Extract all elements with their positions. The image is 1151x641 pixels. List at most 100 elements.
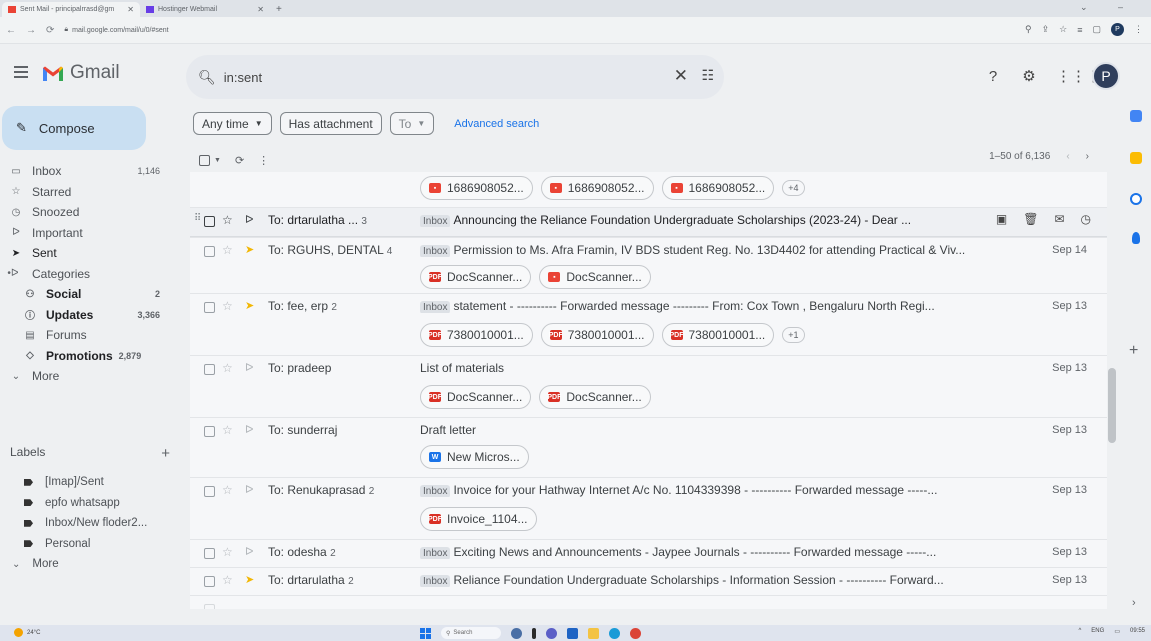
tasks-icon[interactable] [1130,193,1142,205]
list-scrollbar[interactable] [1108,368,1116,443]
hide-side-panel-icon[interactable]: › [1132,597,1136,609]
store-icon[interactable] [567,627,578,639]
bookmark-star-icon[interactable]: ☆ [1059,24,1067,35]
label-item[interactable]: Personal [0,534,176,555]
get-addons-plus-icon[interactable]: + [1129,342,1138,360]
row-checkbox[interactable] [204,246,215,257]
forward-icon[interactable]: → [26,25,36,36]
attachment-chip[interactable]: PDF Invoice_1104... [420,507,537,531]
sidebar-item-categories[interactable]: •ᐅ Categories [0,264,176,285]
attachment-chip[interactable]: PDF 7380010001... [661,323,775,347]
apps-grid-icon[interactable]: ⋮⋮⋮ [1056,67,1101,85]
weather-widget[interactable]: 24°C [14,628,40,637]
label-item[interactable]: Inbox/New floder2... [0,513,176,534]
attachment-chip[interactable]: PDF 7380010001... [540,323,654,347]
chat-icon[interactable] [546,627,557,639]
inbox-label-chip[interactable]: Inbox [420,301,451,313]
to-filter[interactable]: To ▼ [389,112,435,135]
widgets-icon[interactable] [511,627,522,639]
important-marker-icon[interactable]: ➤ [245,299,254,312]
row-checkbox[interactable] [204,364,215,375]
important-marker-icon[interactable]: ➤ [245,573,254,586]
tray-chevron-up-icon[interactable]: ^ [1078,628,1081,635]
table-row[interactable]: ☆ ᐅ To: sunderraj Draft letter Sep 13 WN… [190,418,1107,478]
inbox-label-chip[interactable]: Inbox [420,245,451,257]
star-icon[interactable]: ☆ [222,423,233,437]
important-marker-icon[interactable]: ᐅ [245,545,253,558]
important-marker-icon[interactable]: ᐅ [245,483,253,496]
sidebar-item-important[interactable]: ᐅ Important [0,223,176,244]
browser-menu-icon[interactable]: ⋮ [1134,24,1143,35]
important-marker-icon[interactable]: ᐅ [245,213,253,226]
url-field[interactable]: 🔒︎ mail.google.com/mail/u/0/#sent [64,26,168,34]
row-checkbox[interactable] [204,302,215,313]
search-options-icon[interactable]: ☷ [701,67,714,84]
more-attachments-badge[interactable]: +4 [782,180,805,196]
table-row[interactable]: ⠿ ☆ ᐅ To: drtarulatha ... 3 Inbox Announc… [190,208,1107,238]
row-checkbox[interactable] [204,426,215,437]
window-controls[interactable]: ⌄ – [1080,2,1137,13]
sidebar-item-promotions[interactable]: ◇ Promotions 2,879 [0,346,176,367]
close-tab-icon[interactable]: ✕ [257,5,264,14]
star-icon[interactable]: ☆ [222,243,233,257]
search-bar[interactable]: 🔍︎ ✕ ☷ [186,55,724,99]
has-attachment-filter[interactable]: Has attachment [279,112,382,135]
attachment-chip[interactable]: PDF 7380010001... [420,323,533,347]
row-checkbox[interactable] [204,548,215,559]
table-row[interactable]: ☆ ᐅ To: odesha 2 Inbox Exciting News and … [190,540,1107,568]
attachment-chip[interactable]: ▪ 1686908052... [420,176,533,200]
clear-search-icon[interactable]: ✕ [674,66,688,86]
older-chevron-left-icon[interactable]: ‹ [1066,151,1069,162]
windows-start-icon[interactable] [420,627,431,639]
snooze-clock-icon[interactable]: ◷ [1081,212,1091,226]
star-icon[interactable]: ☆ [222,361,233,375]
more-options-icon[interactable]: ⋮ [258,154,269,167]
browser-tab-hostinger[interactable]: Hostinger Webmail ✕ [140,2,270,17]
star-icon[interactable]: ☆ [222,213,233,227]
archive-icon[interactable]: ▣ [996,212,1007,226]
select-dropdown-icon[interactable]: ▼ [214,157,221,164]
attachment-chip[interactable]: ▪ DocScanner... [539,265,651,289]
keep-icon[interactable] [1130,152,1142,164]
more-attachments-badge[interactable]: +1 [782,327,805,343]
sidebar-item-sent[interactable]: ➤ Sent [0,243,176,264]
search-input[interactable] [223,69,644,85]
taskbar-search[interactable]: ⚲ Search [441,627,501,639]
sidebar-item-starred[interactable]: ☆ Starred [0,182,176,203]
sidebar-item-more[interactable]: ⌄ More [0,366,176,387]
star-icon[interactable]: ☆ [222,299,233,313]
chrome-icon[interactable] [630,627,641,639]
new-tab-button[interactable]: + [270,4,288,17]
zoom-icon[interactable]: ⚲ [1025,24,1032,35]
mark-unread-envelope-icon[interactable]: ✉ [1054,212,1064,226]
table-row[interactable]: ☆ ᐅ To: pradeep List of materials Sep 13… [190,356,1107,418]
attachment-chip[interactable]: PDF DocScanner... [420,385,532,409]
table-row[interactable]: ☆ ᐅ To: Renukaprasad 2 Inbox Invoice for … [190,478,1107,540]
account-avatar[interactable]: P [1092,62,1120,90]
network-icon[interactable]: ▭ [1114,628,1120,635]
attachment-chip[interactable]: PDF DocScanner... [539,385,651,409]
clock-time[interactable]: 09:55 [1130,628,1145,635]
labels-more[interactable]: ⌄ More [0,554,176,575]
inbox-label-chip[interactable]: Inbox [420,485,451,497]
table-row[interactable]: ☆ ➤ To: RGUHS, DENTAL 4 Inbox Permission … [190,238,1107,294]
reading-list-icon[interactable]: ≡ [1077,25,1082,35]
important-marker-icon[interactable]: ᐅ [245,423,253,436]
drag-handle-icon[interactable]: ⠿ [194,213,201,224]
reload-icon[interactable]: ⟳ [46,25,54,36]
label-item[interactable]: [Imap]/Sent [0,472,176,493]
contacts-icon[interactable] [1132,232,1140,244]
row-checkbox[interactable] [204,216,215,227]
advanced-search-link[interactable]: Advanced search [454,118,539,130]
table-row[interactable]: ☆ ➤ To: drtarulatha 2 Inbox Reliance Foun… [190,568,1107,596]
settings-gear-icon[interactable]: ⚙ [1020,67,1038,85]
star-icon[interactable]: ☆ [222,545,233,559]
star-icon[interactable]: ☆ [222,483,233,497]
help-icon[interactable]: ? [984,68,1002,85]
sidebar-item-forums[interactable]: ▤ Forums [0,325,176,346]
edge-icon[interactable] [609,627,620,639]
table-row[interactable]: ☆ ➤ To: fee, erp 2 Inbox statement - ----… [190,294,1107,356]
inbox-label-chip[interactable]: Inbox [420,547,451,559]
sidepanel-icon[interactable]: ▢ [1092,24,1101,35]
language-indicator[interactable]: ENG [1091,628,1104,635]
